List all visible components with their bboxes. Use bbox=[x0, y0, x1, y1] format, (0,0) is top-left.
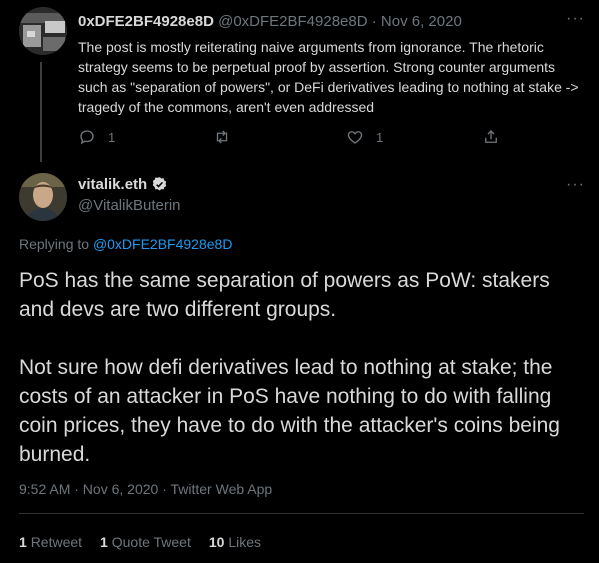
retweet-icon bbox=[216, 130, 228, 144]
reply-count: 1 bbox=[108, 129, 116, 145]
parent-separator: · bbox=[371, 13, 377, 30]
like-icon bbox=[347, 131, 363, 144]
replying-to: Replying to @0xDFE2BF4928e8D bbox=[19, 236, 232, 252]
quote-count: 1 bbox=[100, 534, 108, 550]
timestamp[interactable]: 9:52 AM · Nov 6, 2020 · Twitter Web App bbox=[19, 481, 272, 497]
main-avatar[interactable] bbox=[19, 173, 67, 221]
quote-tweets-stat[interactable]: 1 Quote Tweet bbox=[100, 534, 191, 550]
likes-count: 10 bbox=[208, 534, 225, 550]
reply-button[interactable]: 1 bbox=[78, 128, 115, 146]
like-count: 1 bbox=[376, 129, 384, 145]
main-display-name[interactable]: vitalik.eth bbox=[78, 176, 147, 193]
share-button[interactable] bbox=[482, 128, 500, 146]
parent-header: 0xDFE2BF4928e8D @0xDFE2BF4928e8D · Nov 6… bbox=[78, 13, 462, 30]
retweets-label: Retweet bbox=[30, 534, 83, 550]
parent-handle[interactable]: @0xDFE2BF4928e8D bbox=[218, 13, 367, 30]
thread-line bbox=[40, 62, 42, 162]
main-name-row: vitalik.eth bbox=[78, 176, 168, 193]
reply-icon bbox=[80, 130, 94, 145]
replying-to-link[interactable]: @0xDFE2BF4928e8D bbox=[93, 236, 233, 252]
main-paragraph-2: Not sure how defi derivatives lead to no… bbox=[19, 356, 560, 466]
retweets-count: 1 bbox=[19, 534, 27, 550]
tweet-stats: 1 Retweet 1 Quote Tweet 10 Likes bbox=[19, 534, 279, 550]
parent-text: The post is mostly reiterating naive arg… bbox=[78, 39, 579, 115]
more-icon[interactable]: ··· bbox=[566, 176, 585, 194]
likes-stat[interactable]: 10 Likes bbox=[209, 534, 261, 550]
more-icon[interactable]: ··· bbox=[566, 10, 585, 28]
divider bbox=[19, 513, 584, 514]
replying-prefix: Replying to bbox=[19, 236, 90, 252]
main-handle[interactable]: @VitalikButerin bbox=[78, 197, 181, 214]
parent-date[interactable]: Nov 6, 2020 bbox=[381, 13, 462, 30]
retweets-stat[interactable]: 1 Retweet bbox=[19, 534, 82, 550]
parent-avatar[interactable] bbox=[19, 7, 67, 55]
like-button[interactable]: 1 bbox=[346, 128, 383, 146]
parent-actions: 1 1 bbox=[78, 128, 518, 150]
retweet-button[interactable] bbox=[213, 128, 243, 146]
likes-label: Likes bbox=[228, 534, 262, 550]
quote-label: Quote Tweet bbox=[111, 534, 191, 550]
main-text: PoS has the same separation of powers as… bbox=[19, 266, 584, 469]
verified-icon bbox=[152, 177, 167, 191]
main-paragraph-1: PoS has the same separation of powers as… bbox=[19, 269, 550, 321]
parent-display-name[interactable]: 0xDFE2BF4928e8D bbox=[78, 13, 214, 30]
parent-tweet[interactable]: 0xDFE2BF4928e8D @0xDFE2BF4928e8D · Nov 6… bbox=[0, 0, 599, 170]
share-icon bbox=[485, 130, 497, 143]
